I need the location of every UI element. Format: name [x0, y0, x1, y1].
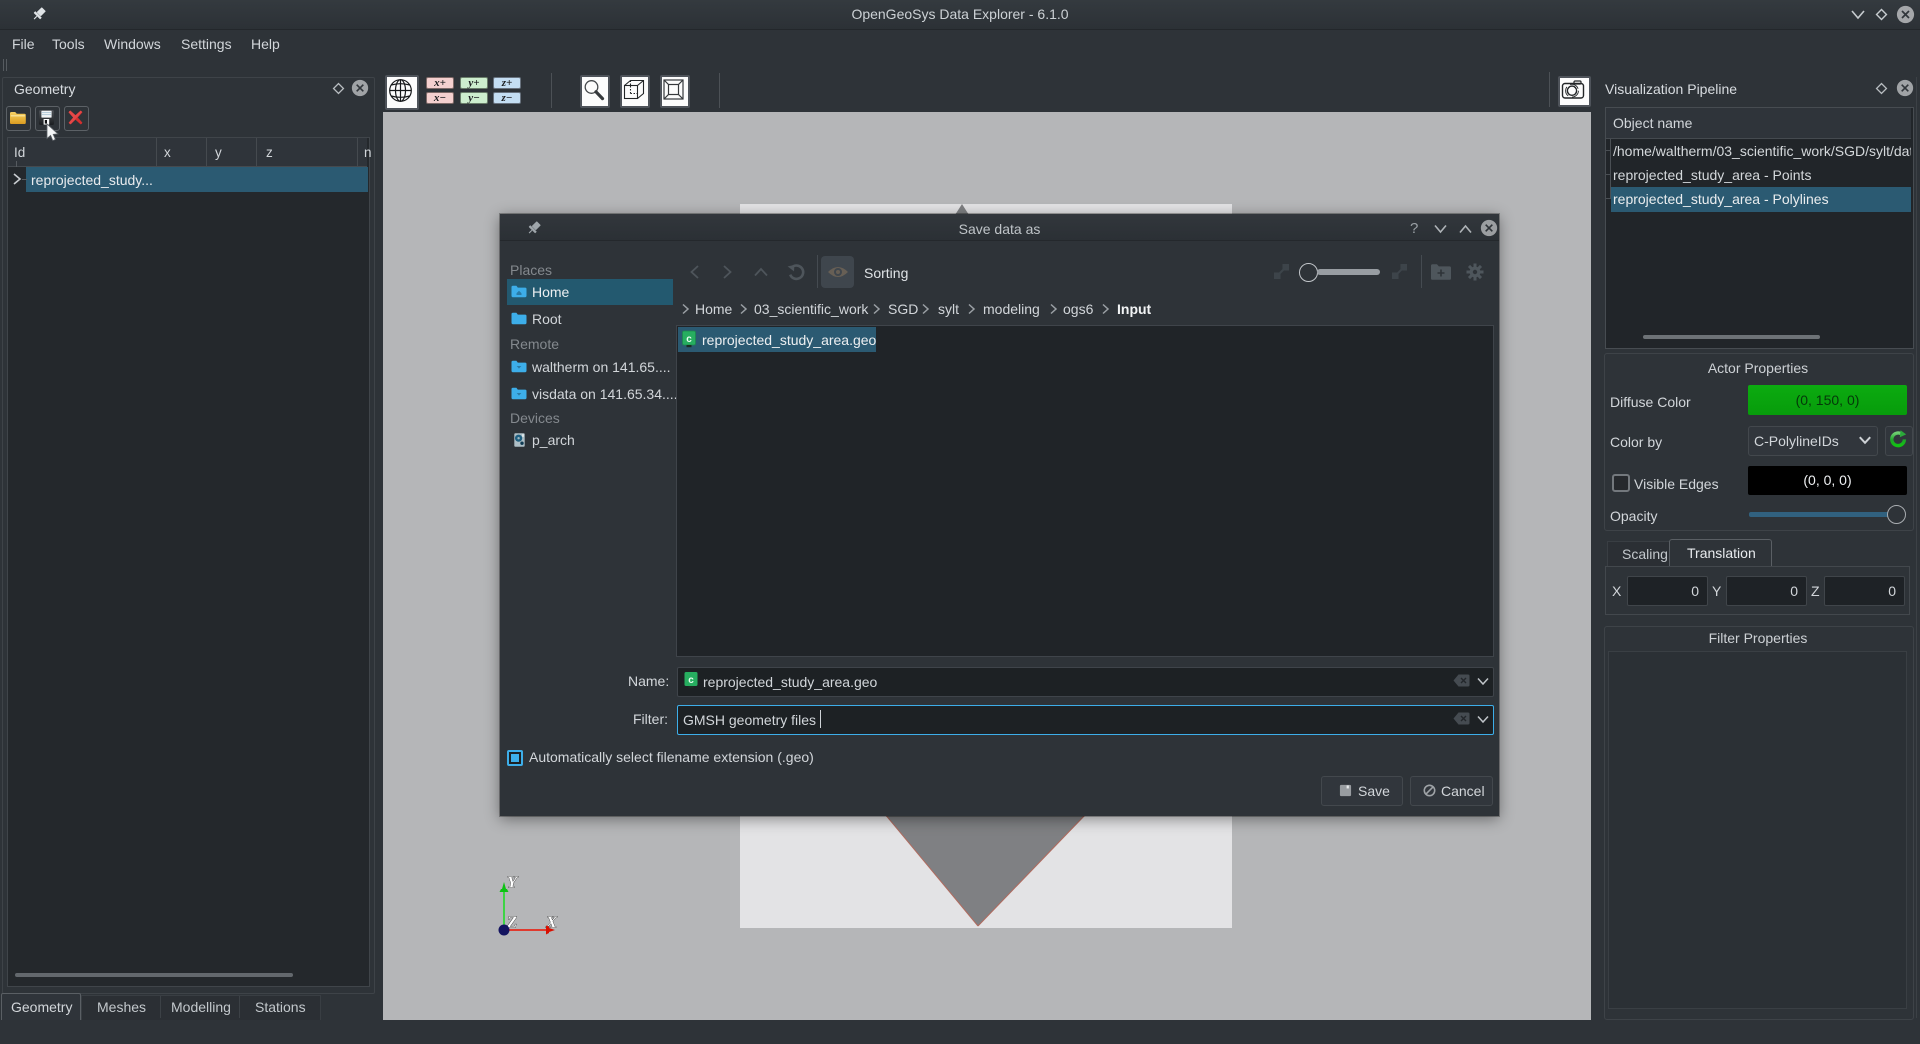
svg-text:c: c: [688, 675, 694, 686]
svg-text:Y: Y: [507, 873, 519, 892]
svg-text:c: c: [686, 334, 692, 345]
